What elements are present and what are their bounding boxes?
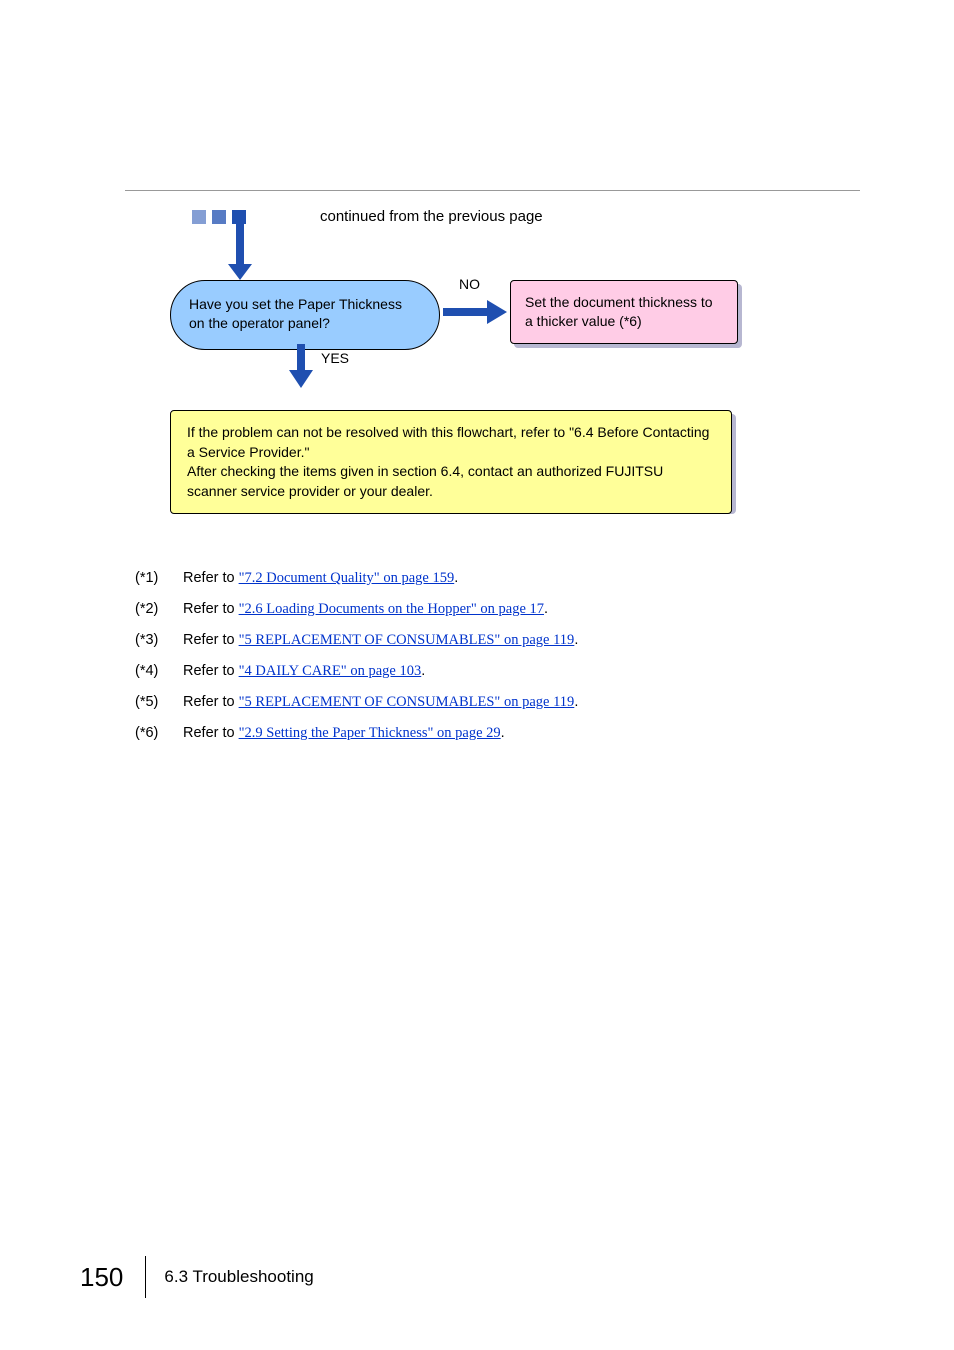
ref-key: (*1) <box>135 570 183 586</box>
ref-row: (*5) Refer to "5 REPLACEMENT OF CONSUMAB… <box>135 694 835 711</box>
ref-link[interactable]: "2.9 Setting the Paper Thickness" on pag… <box>239 725 501 741</box>
arrow-right-icon <box>443 300 507 329</box>
section-label: 6.3 Troubleshooting <box>164 1267 313 1287</box>
ref-key: (*4) <box>135 663 183 679</box>
ref-suffix: . <box>544 601 548 617</box>
yes-label: YES <box>321 350 349 366</box>
final-box-wrap: If the problem can not be resolved with … <box>170 410 790 514</box>
ref-suffix: . <box>501 725 505 741</box>
action-box: Set the document thickness to a thicker … <box>510 280 738 344</box>
ref-key: (*6) <box>135 725 183 741</box>
decision-box: Have you set the Paper Thickness on the … <box>170 280 440 350</box>
final-box: If the problem can not be resolved with … <box>170 410 732 514</box>
ref-row: (*4) Refer to "4 DAILY CARE" on page 103… <box>135 663 835 680</box>
ref-key: (*5) <box>135 694 183 710</box>
ref-prefix: Refer to <box>183 632 239 648</box>
page-footer: 150 6.3 Troubleshooting <box>80 1256 314 1298</box>
ref-suffix: . <box>574 632 578 648</box>
ref-link[interactable]: "7.2 Document Quality" on page 159 <box>239 570 455 586</box>
no-label: NO <box>459 276 480 292</box>
header-divider <box>125 190 860 191</box>
arrow-down-icon <box>289 344 313 393</box>
ref-text: Refer to "2.6 Loading Documents on the H… <box>183 601 548 618</box>
ref-prefix: Refer to <box>183 570 239 586</box>
ref-link[interactable]: "2.6 Loading Documents on the Hopper" on… <box>239 601 544 617</box>
page: continued from the previous page Have yo… <box>0 0 954 1350</box>
ref-text: Refer to "4 DAILY CARE" on page 103. <box>183 663 425 680</box>
action-box-wrap: Set the document thickness to a thicker … <box>510 280 738 344</box>
ref-link[interactable]: "5 REPLACEMENT OF CONSUMABLES" on page 1… <box>239 632 575 648</box>
ref-prefix: Refer to <box>183 725 239 741</box>
flowchart: continued from the previous page Have yo… <box>170 210 790 514</box>
flow-row: Have you set the Paper Thickness on the … <box>170 280 790 390</box>
ref-prefix: Refer to <box>183 663 239 679</box>
continuation-label: continued from the previous page <box>320 208 543 225</box>
ref-prefix: Refer to <box>183 601 239 617</box>
decision-text: Have you set the Paper Thickness on the … <box>189 296 402 331</box>
ref-prefix: Refer to <box>183 694 239 710</box>
footer-divider <box>145 1256 146 1298</box>
action-text: Set the document thickness to a thicker … <box>525 294 713 329</box>
ref-text: Refer to "5 REPLACEMENT OF CONSUMABLES" … <box>183 694 578 711</box>
ref-row: (*2) Refer to "2.6 Loading Documents on … <box>135 601 835 618</box>
ref-key: (*2) <box>135 601 183 617</box>
ref-text: Refer to "2.9 Setting the Paper Thicknes… <box>183 725 505 742</box>
page-number: 150 <box>80 1262 123 1293</box>
ref-link[interactable]: "5 REPLACEMENT OF CONSUMABLES" on page 1… <box>239 694 575 710</box>
ref-row: (*1) Refer to "7.2 Document Quality" on … <box>135 570 835 587</box>
ref-text: Refer to "5 REPLACEMENT OF CONSUMABLES" … <box>183 632 578 649</box>
ref-row: (*3) Refer to "5 REPLACEMENT OF CONSUMAB… <box>135 632 835 649</box>
final-line1: If the problem can not be resolved with … <box>187 423 715 462</box>
ref-suffix: . <box>454 570 458 586</box>
ref-row: (*6) Refer to "2.9 Setting the Paper Thi… <box>135 725 835 742</box>
references-list: (*1) Refer to "7.2 Document Quality" on … <box>135 570 835 756</box>
final-line2: After checking the items given in sectio… <box>187 462 715 501</box>
ref-suffix: . <box>574 694 578 710</box>
ref-key: (*3) <box>135 632 183 648</box>
ref-link[interactable]: "4 DAILY CARE" on page 103 <box>239 663 422 679</box>
ref-suffix: . <box>421 663 425 679</box>
ref-text: Refer to "7.2 Document Quality" on page … <box>183 570 458 587</box>
continuation-row: continued from the previous page <box>170 210 790 250</box>
continuation-indicator-icon <box>192 210 246 224</box>
